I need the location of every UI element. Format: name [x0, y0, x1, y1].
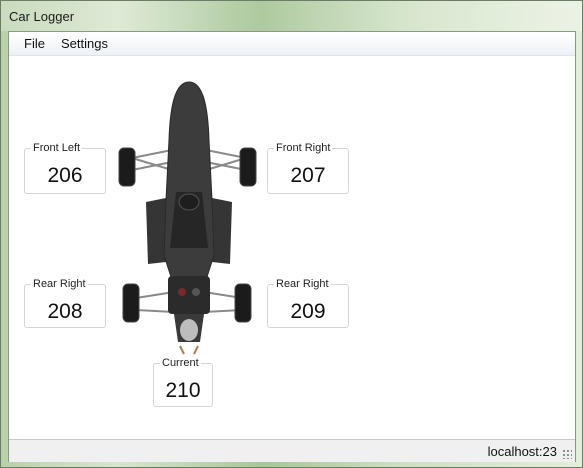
rear-left-gauge: Rear Right 208: [24, 277, 106, 328]
menu-bar: File Settings: [9, 32, 575, 56]
rear-right-tire: [234, 283, 252, 323]
front-right-value: 207: [290, 164, 326, 187]
resize-grip-icon[interactable]: [562, 449, 572, 459]
front-left-value: 206: [47, 164, 83, 187]
app-window: Car Logger File Settings Front Left 206 …: [0, 0, 583, 468]
car-panel: Front Left 206 Front Right 207 Rear Righ…: [9, 56, 575, 439]
title-bar[interactable]: Car Logger: [1, 1, 582, 31]
car-image: [118, 81, 257, 355]
front-left-label: Front Left: [31, 141, 83, 155]
front-right-gauge: Front Right 207: [267, 141, 349, 194]
rear-right-gauge: Rear Right 209: [267, 277, 349, 328]
menu-settings[interactable]: Settings: [61, 36, 108, 51]
rear-left-value: 208: [47, 300, 83, 323]
rear-right-label: Rear Right: [274, 277, 331, 291]
window-title: Car Logger: [9, 9, 75, 24]
front-right-label: Front Right: [274, 141, 333, 155]
current-value: 210: [165, 379, 201, 402]
rear-left-tire: [122, 283, 140, 323]
rear-left-label: Rear Right: [31, 277, 88, 291]
current-label: Current: [160, 356, 201, 370]
front-left-tire: [118, 147, 136, 187]
status-bar: localhost:23: [9, 439, 575, 462]
connection-status: localhost:23: [487, 444, 557, 459]
menu-file[interactable]: File: [24, 36, 45, 51]
front-right-tire: [239, 147, 257, 187]
front-left-gauge: Front Left 206: [24, 141, 106, 194]
rear-right-value: 209: [290, 300, 326, 323]
current-gauge: Current 210: [153, 356, 213, 407]
client-area: File Settings Front Left 206 Front Right…: [8, 31, 576, 462]
